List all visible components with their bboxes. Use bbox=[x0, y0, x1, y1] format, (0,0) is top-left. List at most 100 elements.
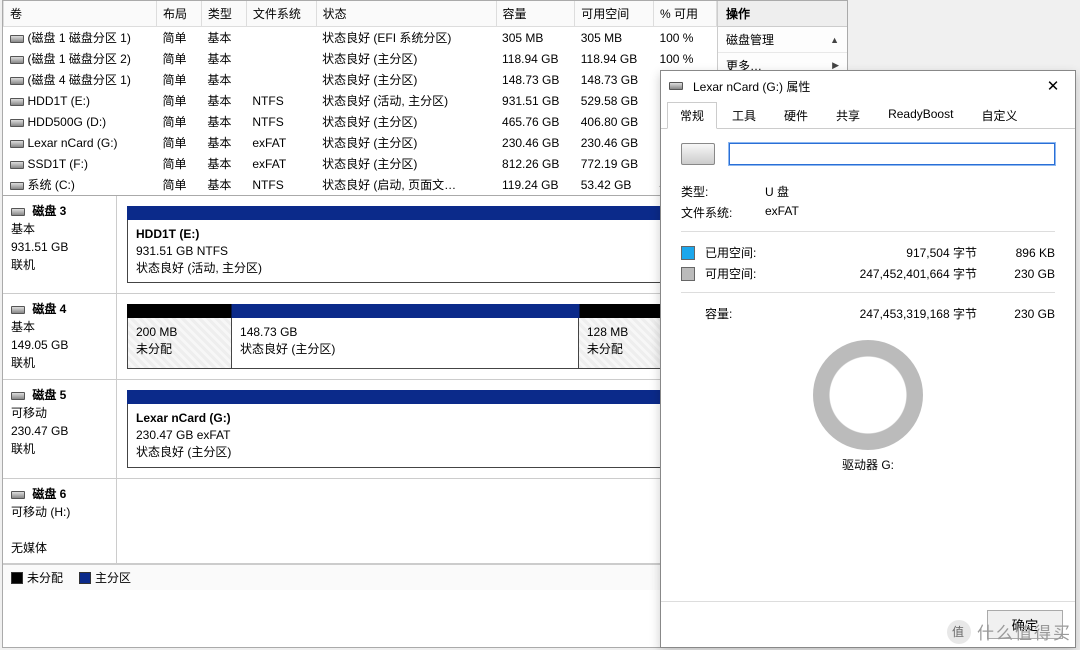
titlebar: Lexar nCard (G:) 属性 ✕ bbox=[661, 71, 1075, 101]
disk-label: 磁盘 4 bbox=[32, 302, 66, 316]
volume-icon bbox=[10, 77, 24, 85]
drive-label: 驱动器 G: bbox=[681, 456, 1055, 473]
partition-header-bar bbox=[127, 206, 707, 220]
disk-management-main: 卷 布局 类型 文件系统 状态 容量 可用空间 % 可用 (磁盘 1 磁盘分区 … bbox=[3, 1, 717, 647]
table-header-row: 卷 布局 类型 文件系统 状态 容量 可用空间 % 可用 bbox=[4, 1, 717, 27]
dialog-title: Lexar nCard (G:) 属性 bbox=[693, 78, 1033, 95]
cap-human: 230 GB bbox=[983, 307, 1055, 321]
disk-size: 230.47 GB bbox=[11, 424, 68, 438]
used-bytes: 917,504 字节 bbox=[785, 244, 977, 261]
partition-title: Lexar nCard (G:) bbox=[136, 410, 698, 427]
disk-left: 磁盘 4 基本 149.05 GB 联机 bbox=[3, 294, 117, 379]
cap-bytes: 247,453,319,168 字节 bbox=[785, 305, 977, 322]
volume-name-input[interactable] bbox=[729, 143, 1055, 165]
disk-label: 磁盘 6 bbox=[32, 487, 66, 501]
properties-dialog: Lexar nCard (G:) 属性 ✕ 常规 工具 硬件 共享 ReadyB… bbox=[660, 70, 1076, 648]
partition-size: 200 MB bbox=[136, 324, 223, 341]
type-value: U 盘 bbox=[765, 183, 789, 200]
tab-hardware[interactable]: 硬件 bbox=[771, 102, 821, 129]
usage-pie bbox=[813, 340, 923, 450]
col-volume[interactable]: 卷 bbox=[4, 1, 157, 27]
disk-nomedia: 无媒体 bbox=[11, 541, 47, 555]
partition-header-bar bbox=[127, 390, 707, 404]
col-type[interactable]: 类型 bbox=[201, 1, 246, 27]
partition-size: 931.51 GB NTFS bbox=[136, 243, 698, 260]
partition[interactable]: 148.73 GB 状态良好 (主分区) bbox=[232, 318, 579, 368]
disk-icon bbox=[11, 306, 25, 314]
table-row[interactable]: Lexar nCard (G:)简单基本exFAT状态良好 (主分区)230.4… bbox=[4, 132, 717, 153]
free-bytes: 247,452,401,664 字节 bbox=[785, 265, 977, 282]
partition-size: 230.47 GB exFAT bbox=[136, 427, 698, 444]
partition-state: 状态良好 (主分区) bbox=[240, 341, 570, 358]
legend-primary: 主分区 bbox=[79, 569, 131, 586]
partition-state: 状态良好 (活动, 主分区) bbox=[136, 260, 698, 277]
disk-row-4[interactable]: 磁盘 4 基本 149.05 GB 联机 200 MB 未分配 148.73 G… bbox=[3, 294, 717, 380]
volume-table: 卷 布局 类型 文件系统 状态 容量 可用空间 % 可用 (磁盘 1 磁盘分区 … bbox=[3, 1, 717, 195]
disk-right: Lexar nCard (G:) 230.47 GB exFAT 状态良好 (主… bbox=[117, 380, 717, 477]
disk-right: 200 MB 未分配 148.73 GB 状态良好 (主分区) 128 MB 未… bbox=[117, 294, 717, 379]
table-row[interactable]: HDD1T (E:)简单基本NTFS状态良好 (活动, 主分区)931.51 G… bbox=[4, 90, 717, 111]
actions-header: 操作 bbox=[718, 1, 847, 27]
actions-item-diskmgmt[interactable]: 磁盘管理 ▲ bbox=[718, 27, 847, 53]
table-row[interactable]: (磁盘 4 磁盘分区 1)简单基本状态良好 (主分区)148.73 GB148.… bbox=[4, 69, 717, 90]
partition[interactable]: Lexar nCard (G:) 230.47 GB exFAT 状态良好 (主… bbox=[128, 404, 706, 466]
tab-general[interactable]: 常规 bbox=[667, 102, 717, 129]
table-row[interactable]: 系统 (C:)简单基本NTFS状态良好 (启动, 页面文…119.24 GB53… bbox=[4, 174, 717, 195]
disk-left: 磁盘 5 可移动 230.47 GB 联机 bbox=[3, 380, 117, 477]
table-row[interactable]: (磁盘 1 磁盘分区 2)简单基本状态良好 (主分区)118.94 GB118.… bbox=[4, 48, 717, 69]
disk-icon bbox=[11, 208, 25, 216]
disk-row-3[interactable]: 磁盘 3 基本 931.51 GB 联机 HDD1T (E:) 931.51 G… bbox=[3, 196, 717, 294]
watermark-text: 什么值得买 bbox=[977, 619, 1072, 644]
volume-icon bbox=[10, 161, 24, 169]
tab-custom[interactable]: 自定义 bbox=[968, 102, 1030, 129]
disk-row-6[interactable]: 磁盘 6 可移动 (H:) 无媒体 bbox=[3, 479, 717, 564]
disk-label: 磁盘 3 bbox=[32, 204, 66, 218]
used-swatch bbox=[681, 246, 695, 260]
disk-right: HDD1T (E:) 931.51 GB NTFS 状态良好 (活动, 主分区) bbox=[117, 196, 717, 293]
disks-pane: 磁盘 3 基本 931.51 GB 联机 HDD1T (E:) 931.51 G… bbox=[3, 195, 717, 647]
tab-tools[interactable]: 工具 bbox=[719, 102, 769, 129]
disk-right bbox=[117, 479, 717, 563]
col-capacity[interactable]: 容量 bbox=[496, 1, 575, 27]
disk-kind: 可移动 bbox=[11, 406, 47, 420]
disk-left: 磁盘 6 可移动 (H:) 无媒体 bbox=[3, 479, 117, 563]
table-row[interactable]: (磁盘 1 磁盘分区 1)简单基本状态良好 (EFI 系统分区)305 MB30… bbox=[4, 27, 717, 49]
col-state[interactable]: 状态 bbox=[316, 1, 496, 27]
disk-icon bbox=[11, 392, 25, 400]
disk-icon bbox=[11, 491, 25, 499]
col-layout[interactable]: 布局 bbox=[156, 1, 201, 27]
col-filesystem[interactable]: 文件系统 bbox=[246, 1, 316, 27]
partition-title: HDD1T (E:) bbox=[136, 226, 698, 243]
partition-bar: 200 MB 未分配 148.73 GB 状态良好 (主分区) 128 MB 未… bbox=[127, 318, 707, 369]
col-pct[interactable]: % 可用 bbox=[653, 1, 716, 27]
legend-unallocated: 未分配 bbox=[11, 569, 63, 586]
table-row[interactable]: HDD500G (D:)简单基本NTFS状态良好 (主分区)465.76 GB4… bbox=[4, 111, 717, 132]
collapse-icon: ▲ bbox=[830, 35, 839, 45]
disk-left: 磁盘 3 基本 931.51 GB 联机 bbox=[3, 196, 117, 293]
disk-row-5[interactable]: 磁盘 5 可移动 230.47 GB 联机 Lexar nCard (G:) 2… bbox=[3, 380, 717, 478]
table-row[interactable]: SSD1T (F:)简单基本exFAT状态良好 (主分区)812.26 GB77… bbox=[4, 153, 717, 174]
partition-unallocated[interactable]: 200 MB 未分配 bbox=[128, 318, 232, 368]
col-free[interactable]: 可用空间 bbox=[575, 1, 654, 27]
volume-icon bbox=[10, 56, 24, 64]
volume-icon bbox=[10, 119, 24, 127]
free-key: 可用空间: bbox=[705, 265, 779, 282]
tab-readyboost[interactable]: ReadyBoost bbox=[875, 102, 966, 129]
close-button[interactable]: ✕ bbox=[1039, 77, 1067, 95]
type-key: 类型: bbox=[681, 183, 765, 200]
disk-kind: 基本 bbox=[11, 222, 35, 236]
drive-large-icon bbox=[681, 143, 715, 165]
watermark-badge: 值 bbox=[947, 620, 971, 644]
disk-kind: 可移动 (H:) bbox=[11, 505, 70, 519]
disk-label: 磁盘 5 bbox=[32, 388, 66, 402]
legend: 未分配 主分区 bbox=[3, 564, 717, 590]
disk-status: 联机 bbox=[11, 442, 35, 456]
partition-header-bar bbox=[127, 304, 707, 318]
disk-size: 931.51 GB bbox=[11, 240, 68, 254]
partition-state: 状态良好 (主分区) bbox=[136, 444, 698, 461]
partition-size: 148.73 GB bbox=[240, 324, 570, 341]
tab-body: 类型: U 盘 文件系统: exFAT 已用空间: 917,504 字节 896… bbox=[661, 129, 1075, 601]
volume-icon bbox=[10, 140, 24, 148]
partition[interactable]: HDD1T (E:) 931.51 GB NTFS 状态良好 (活动, 主分区) bbox=[128, 220, 706, 282]
tab-sharing[interactable]: 共享 bbox=[823, 102, 873, 129]
